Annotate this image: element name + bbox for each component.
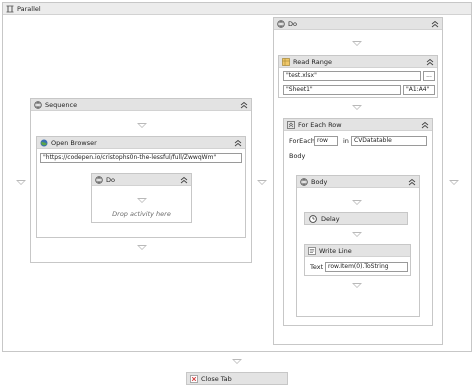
collapse-icon[interactable] (426, 58, 434, 66)
body-header[interactable]: Body (297, 176, 419, 188)
collapse-icon[interactable] (431, 20, 439, 28)
write-line-text-label: Text (310, 263, 324, 271)
drop-arrow-icon[interactable] (137, 123, 147, 128)
browser-globe-icon (40, 139, 48, 147)
drop-arrow-icon[interactable] (137, 198, 147, 203)
delay-activity[interactable]: Delay (304, 212, 408, 225)
open-browser-header[interactable]: Open Browser (37, 137, 245, 149)
read-range-title: Read Range (293, 58, 332, 66)
sequence-icon (95, 176, 103, 184)
drop-arrow-icon[interactable] (449, 180, 459, 185)
drop-arrow-icon[interactable] (352, 283, 362, 288)
do-right-title: Do (288, 20, 297, 28)
drop-arrow-icon[interactable] (257, 180, 267, 185)
foreach-item-field[interactable]: row (314, 136, 338, 146)
drop-arrow-icon[interactable] (352, 105, 362, 110)
write-line-header[interactable]: Write Line (305, 245, 410, 257)
close-tab-title: Close Tab (201, 375, 232, 383)
excel-read-range-icon (282, 58, 290, 66)
parallel-header[interactable]: Parallel (3, 3, 471, 15)
delay-title: Delay (321, 215, 340, 223)
collapse-icon[interactable] (234, 139, 242, 147)
sequence-title: Sequence (45, 101, 78, 109)
write-line-text-field[interactable]: row.Item(0).ToString (325, 262, 408, 272)
foreach-collection-field[interactable]: CVDatatable (351, 136, 427, 146)
for-each-row-title: For Each Row (298, 121, 342, 129)
in-label: in (343, 137, 349, 145)
close-tab-activity[interactable]: Close Tab (186, 372, 288, 385)
sequence-icon (277, 20, 285, 28)
drop-arrow-icon[interactable] (16, 180, 26, 185)
sequence-icon (300, 178, 308, 186)
delay-clock-icon (309, 215, 317, 223)
for-each-icon (287, 121, 295, 129)
collapse-icon[interactable] (240, 101, 248, 109)
open-browser-title: Open Browser (51, 139, 97, 147)
read-range-header[interactable]: Read Range (279, 56, 437, 68)
parallel-title: Parallel (17, 5, 41, 13)
body-label: Body (289, 152, 306, 160)
collapse-icon[interactable] (421, 121, 429, 129)
sequence-icon (34, 101, 42, 109)
for-each-row-header[interactable]: For Each Row (284, 119, 432, 131)
collapse-icon[interactable] (408, 178, 416, 186)
write-line-icon (308, 247, 316, 255)
collapse-icon[interactable] (180, 176, 188, 184)
drop-arrow-icon[interactable] (137, 245, 147, 250)
write-line-activity[interactable]: Write Line Text row.Item(0).ToString (304, 244, 411, 276)
do-left-header[interactable]: Do (92, 174, 191, 186)
sheet-name-field[interactable]: "Sheet1" (283, 85, 401, 95)
read-range-activity[interactable]: Read Range "test.xlsx" ... "Sheet1" "A1:… (278, 55, 438, 98)
drop-arrow-icon[interactable] (352, 41, 362, 46)
drop-arrow-icon[interactable] (352, 232, 362, 237)
write-line-title: Write Line (319, 247, 352, 255)
do-left-title: Do (106, 176, 115, 184)
drop-arrow-icon[interactable] (352, 200, 362, 205)
foreach-label: ForEach (289, 137, 315, 145)
parallel-icon (6, 5, 14, 13)
drop-activity-placeholder[interactable]: Drop activity here (92, 210, 191, 218)
range-field[interactable]: "A1:A4" (403, 85, 435, 95)
browser-url-field[interactable]: "https://codepen.io/cristophs0n-the-less… (40, 153, 242, 163)
body-title: Body (311, 178, 328, 186)
sequence-header[interactable]: Sequence (31, 99, 251, 111)
do-right-header[interactable]: Do (274, 18, 442, 30)
workbook-path-field[interactable]: "test.xlsx" (283, 71, 421, 81)
browse-button[interactable]: ... (423, 71, 435, 81)
close-tab-icon (190, 375, 198, 383)
drop-arrow-icon[interactable] (232, 359, 242, 364)
